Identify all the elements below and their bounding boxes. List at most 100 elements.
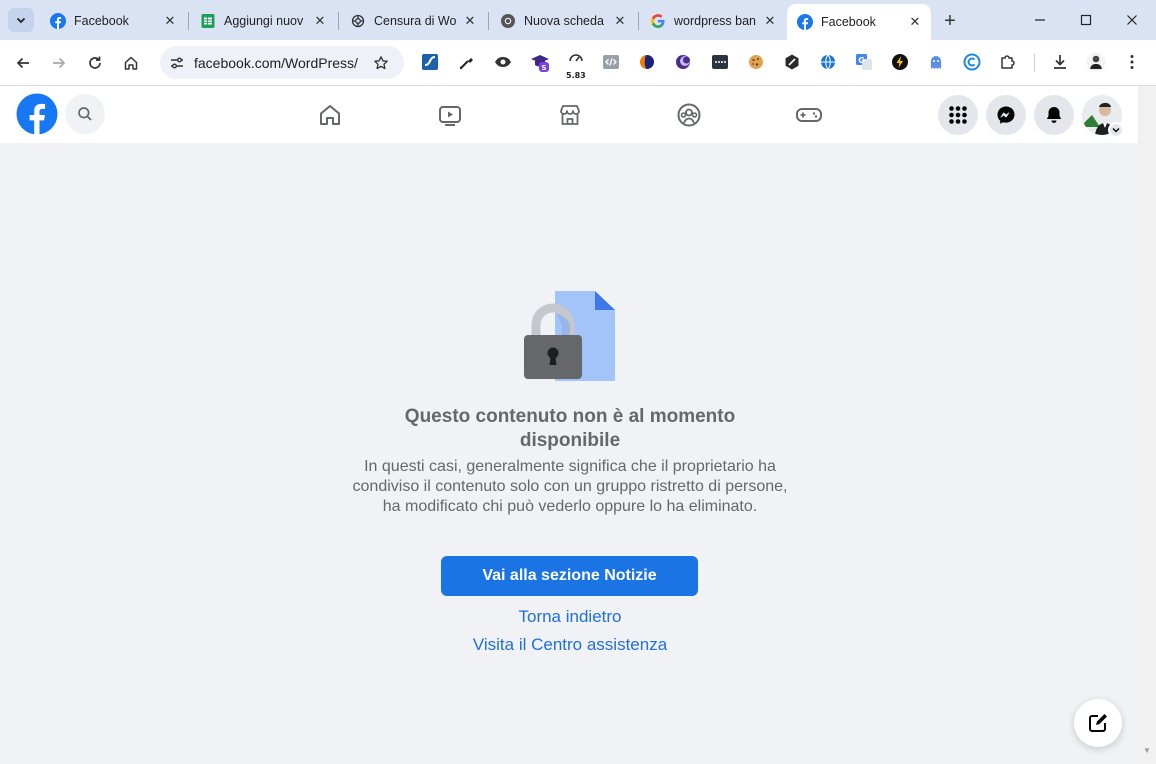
c-circle-extension-icon[interactable] (962, 52, 982, 72)
grid-menu-icon (949, 106, 967, 124)
back-button[interactable] (8, 48, 38, 78)
new-message-button[interactable] (1074, 699, 1122, 747)
close-icon (1127, 15, 1137, 25)
eye-extension-icon[interactable] (493, 52, 513, 72)
bookmark-star-icon[interactable] (370, 52, 392, 74)
video-icon (439, 106, 461, 126)
new-tab-button[interactable]: + (938, 9, 962, 33)
error-title: Questo contenuto non è al momento dispon… (404, 406, 736, 451)
browser-tab[interactable]: Nuova scheda ✕ (490, 6, 636, 36)
close-icon[interactable]: ✕ (907, 14, 923, 30)
home-icon (320, 105, 340, 125)
nav-video[interactable] (435, 100, 465, 130)
tab-separator (638, 12, 639, 30)
speedtest-extension-icon[interactable] (566, 48, 586, 68)
go-to-news-feed-button[interactable]: Vai alla sezione Notizie (441, 556, 698, 596)
openai-icon (350, 13, 366, 29)
close-icon[interactable]: ✕ (162, 13, 178, 29)
bell-icon (1046, 107, 1062, 123)
tab-title: wordpress ban (674, 14, 756, 28)
google-sheets-icon (200, 13, 216, 29)
cookie-extension-icon[interactable] (746, 52, 766, 72)
tab-separator (188, 12, 189, 30)
browser-tab[interactable]: wordpress ban ✕ (640, 6, 786, 36)
groups-icon (677, 103, 701, 127)
chrome-icon (500, 13, 516, 29)
messenger-button[interactable] (986, 95, 1026, 135)
lightning-extension-icon[interactable] (890, 52, 910, 72)
facebook-icon (50, 13, 66, 29)
maximize-icon (1080, 14, 1092, 26)
menu-button[interactable] (938, 95, 978, 135)
scroll-down-arrow-icon[interactable]: ▼ (1143, 746, 1151, 755)
graduation-cap-extension-icon[interactable]: S (530, 52, 550, 72)
download-icon[interactable] (1050, 52, 1070, 72)
browser-toolbar: facebook.com/WordPress/ S 5.83 G (0, 40, 1156, 86)
close-icon[interactable]: ✕ (762, 13, 778, 29)
home-icon (124, 56, 138, 70)
facebook-search-button[interactable] (65, 94, 105, 134)
reload-icon (89, 56, 101, 69)
browser-tab[interactable]: Facebook ✕ (40, 6, 186, 36)
home-button[interactable] (116, 48, 146, 78)
globe-extension-icon[interactable] (818, 52, 838, 72)
tab-title: Censura di Wo (374, 14, 456, 28)
terminal-extension-icon[interactable] (710, 52, 730, 72)
hexagon-extension-icon[interactable] (782, 52, 802, 72)
browser-tab[interactable]: Aggiungi nuov ✕ (190, 6, 336, 36)
browser-menu-icon[interactable] (1122, 52, 1142, 72)
color-picker-extension-icon[interactable] (457, 52, 477, 72)
minimize-icon (1035, 19, 1045, 21)
tab-separator (488, 12, 489, 30)
extensions-puzzle-icon[interactable] (998, 52, 1018, 72)
tab-strip: Facebook ✕ Aggiungi nuov ✕ Censura di Wo… (0, 0, 1156, 40)
arrow-right-icon (53, 57, 66, 69)
arrow-left-icon (16, 57, 29, 69)
circle-half-extension-icon[interactable] (637, 52, 657, 72)
close-icon[interactable]: ✕ (312, 13, 328, 29)
address-bar-url[interactable]: facebook.com/WordPress/ (194, 55, 358, 71)
svg-text:G: G (858, 56, 865, 65)
search-icon (78, 107, 92, 121)
reload-button[interactable] (80, 48, 110, 78)
ghost-extension-icon[interactable] (926, 52, 946, 72)
svg-text:S: S (541, 64, 546, 72)
forward-button[interactable] (44, 48, 74, 78)
tab-search-button[interactable] (8, 8, 34, 32)
content-area (0, 143, 1138, 764)
tab-title: Nuova scheda (524, 14, 604, 28)
address-bar[interactable]: facebook.com/WordPress/ (160, 46, 404, 79)
messenger-icon (997, 106, 1015, 124)
nav-groups[interactable] (674, 100, 704, 130)
profile-avatar-icon[interactable] (1086, 52, 1106, 72)
google-icon (650, 13, 666, 29)
nav-home[interactable] (315, 100, 345, 130)
translate-extension-icon[interactable]: G (854, 52, 874, 72)
error-description: In questi casi, generalmente significa c… (352, 458, 788, 515)
scrollbar[interactable] (1138, 86, 1156, 764)
code-extension-icon[interactable] (601, 52, 621, 72)
nav-marketplace[interactable] (555, 100, 585, 130)
go-back-link[interactable]: Torna indietro (420, 607, 720, 627)
tab-title: Facebook (821, 15, 876, 29)
locked-content-icon (524, 291, 615, 381)
screenshot-extension-icon[interactable] (420, 52, 440, 72)
facebook-logo-icon[interactable] (16, 93, 58, 135)
close-window-button[interactable] (1112, 6, 1152, 34)
chevron-down-icon (16, 17, 26, 24)
browser-tab[interactable]: Censura di Wo ✕ (340, 6, 486, 36)
minimize-button[interactable] (1020, 6, 1060, 34)
help-center-link[interactable]: Visita il Centro assistenza (420, 635, 720, 655)
maximize-button[interactable] (1066, 6, 1106, 34)
browser-tab-active[interactable]: Facebook ✕ (787, 4, 931, 40)
moon-extension-icon[interactable] (673, 52, 693, 72)
account-chevron[interactable] (1108, 122, 1124, 138)
site-info-icon[interactable] (166, 52, 188, 74)
nav-gaming[interactable] (794, 100, 824, 130)
toolbar-separator (1034, 54, 1035, 72)
notifications-button[interactable] (1034, 95, 1074, 135)
facebook-header (0, 86, 1138, 143)
close-icon[interactable]: ✕ (462, 13, 478, 29)
close-icon[interactable]: ✕ (612, 13, 628, 29)
chevron-down-icon (1112, 128, 1120, 133)
